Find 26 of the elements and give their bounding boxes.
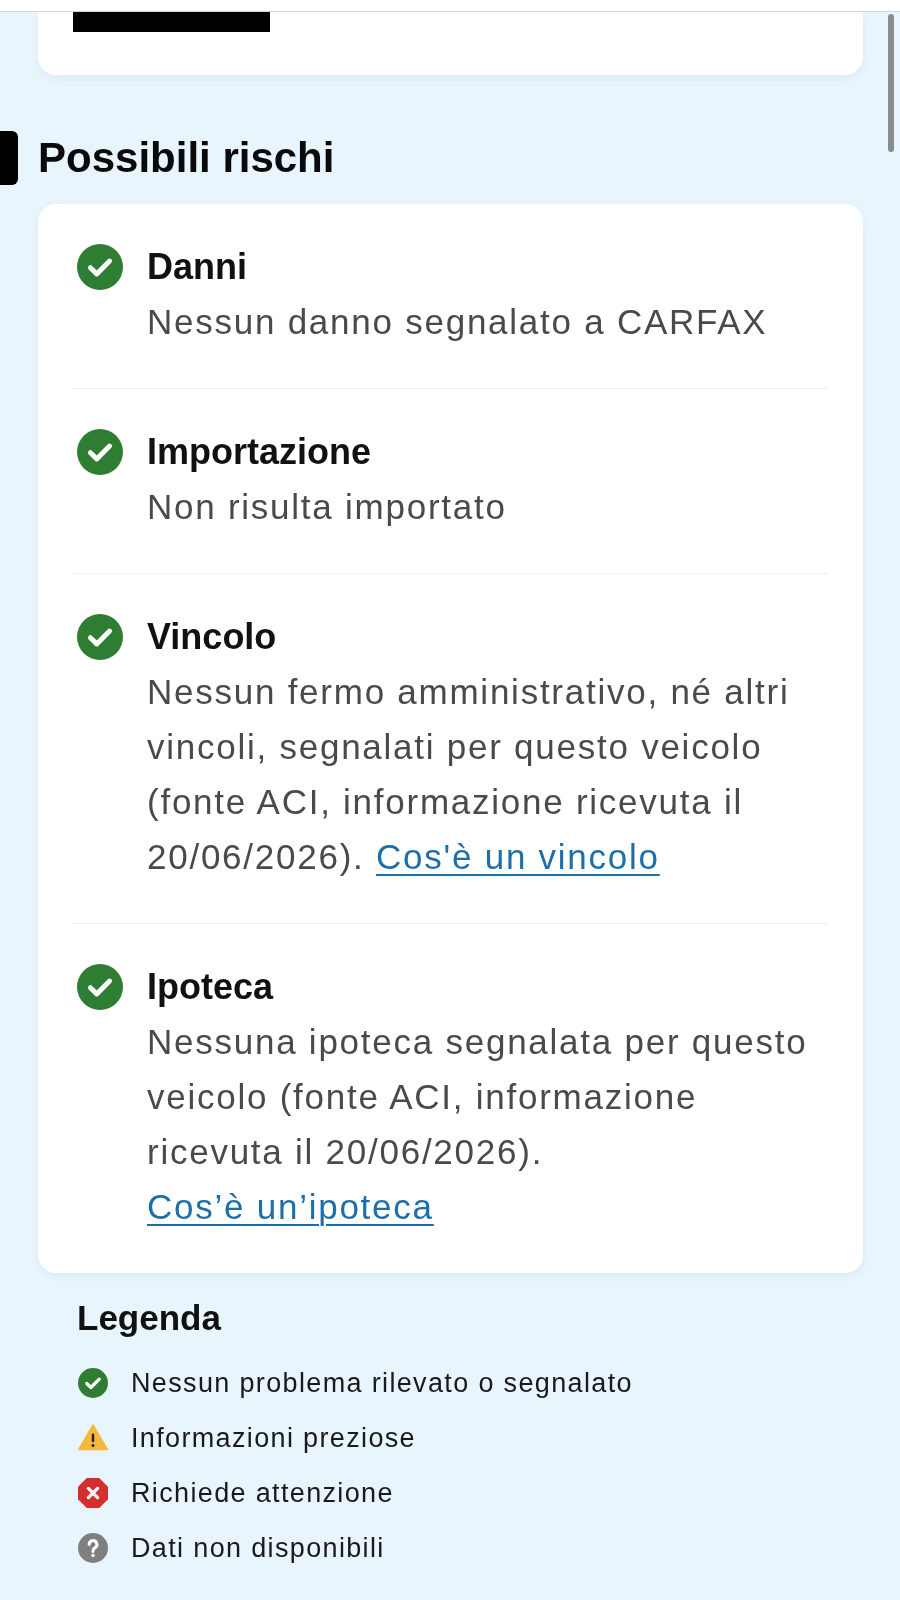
error-octagon-icon <box>78 1477 108 1508</box>
legend-label: Informazioni preziose <box>131 1421 416 1455</box>
risk-title: Vincolo <box>147 615 278 659</box>
heading-accent-bar <box>0 131 18 185</box>
check-circle-icon <box>78 1367 108 1398</box>
legend-label: Dati non disponibili <box>131 1531 385 1565</box>
check-circle-icon <box>77 244 123 290</box>
info-link[interactable]: Cos’è un’ipoteca <box>147 1187 434 1226</box>
section-title: Possibili rischi <box>38 133 335 183</box>
check-circle-icon <box>77 964 123 1010</box>
scrollbar-thumb[interactable] <box>888 14 894 152</box>
risk-title: Importazione <box>147 430 372 474</box>
legend-title: Legenda <box>77 1298 221 1338</box>
legend-label: Nessun problema rilevato o segnalato <box>131 1366 633 1400</box>
risk-title: Danni <box>147 245 248 289</box>
legend-label: Richiede attenzione <box>131 1476 394 1510</box>
risk-description: Non risulta importato <box>147 486 508 528</box>
risk-description: Nessun danno segnalato a CARFAX <box>147 301 769 343</box>
risk-title: Ipoteca <box>147 965 275 1009</box>
risk-description: Nessuna ipoteca segnalata per questo veicolo (fonte ACI, informazione ricevuta il 20/06/2026). Cos’è un’ipoteca <box>147 1021 809 1228</box>
info-link[interactable]: Cos'è un vincolo <box>376 837 660 876</box>
check-circle-icon <box>77 429 123 475</box>
warning-triangle-icon <box>78 1424 108 1451</box>
question-circle-icon <box>78 1532 108 1563</box>
risk-description: Nessun fermo amministrativo, né altri vincoli, segnalati per questo veicolo (fonte ACI, informazione ricevuta il 20/06/2026). Cos'è un vincolo <box>147 671 791 878</box>
check-circle-icon <box>77 614 123 660</box>
